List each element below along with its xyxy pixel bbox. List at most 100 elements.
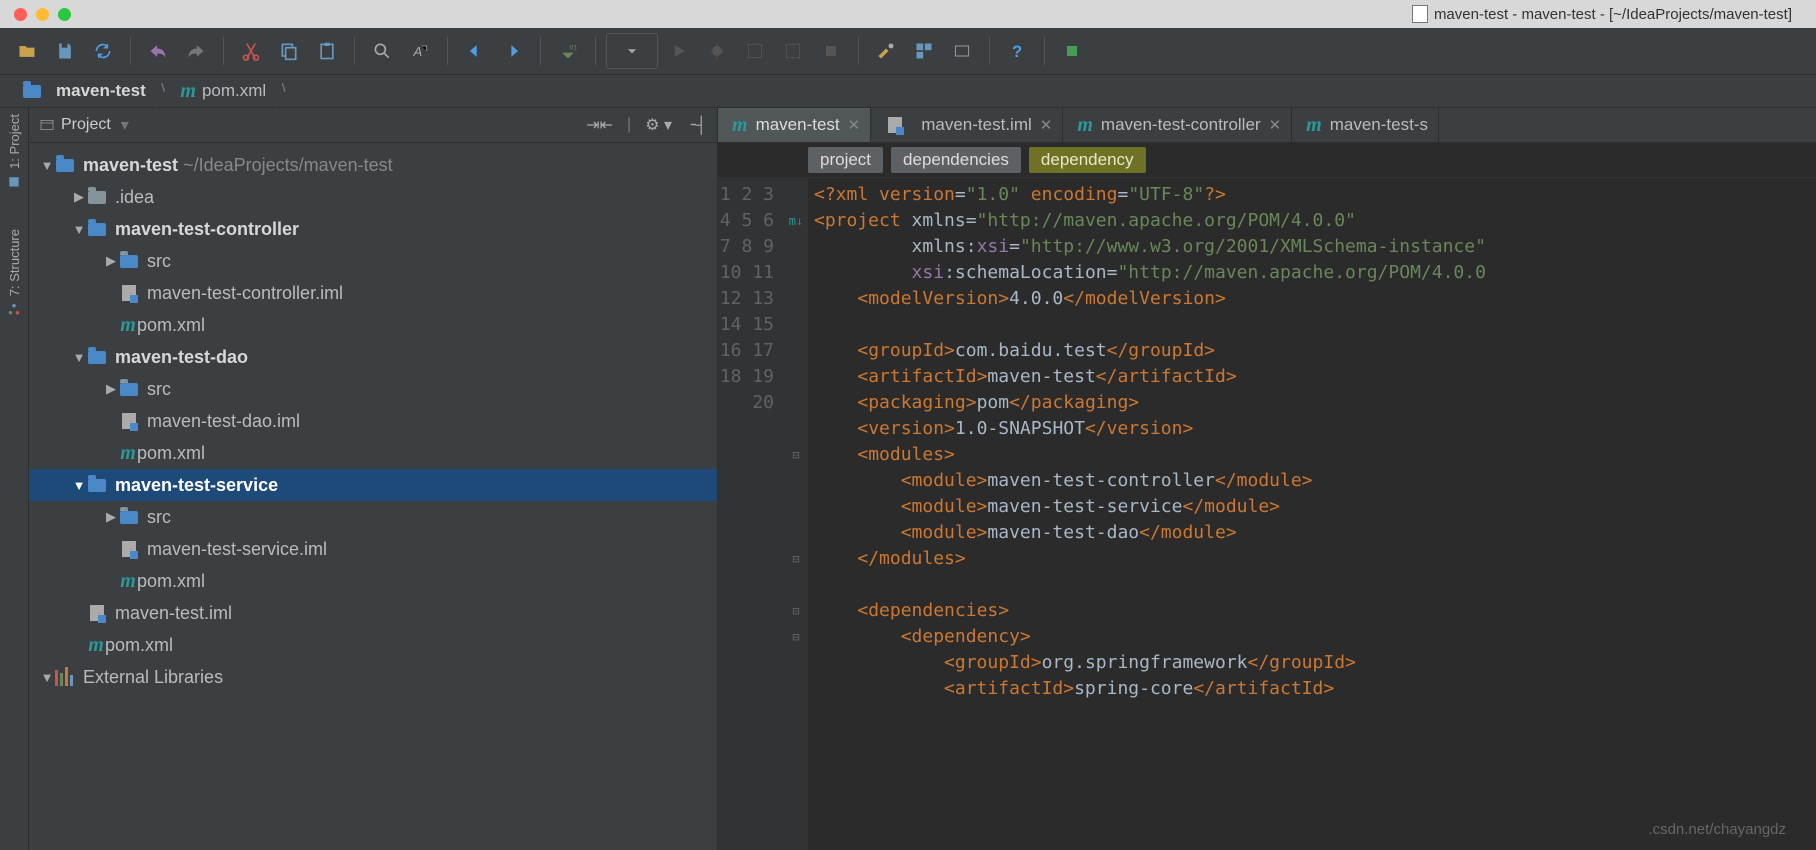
run-button[interactable]: [662, 34, 696, 68]
separator: [858, 37, 859, 65]
editor-tab[interactable]: mmaven-test✕: [718, 108, 871, 142]
back-button[interactable]: [458, 34, 492, 68]
editor-breadcrumb-item[interactable]: project: [808, 147, 883, 173]
svg-text:01: 01: [570, 44, 578, 51]
tree-row-file[interactable]: ▶ maven-test-dao.iml: [29, 405, 717, 437]
project-panel-header: Project ▾ ⇥⇤ | ⚙ ▾ ╶┤: [29, 108, 717, 143]
tree-row-src[interactable]: ▶ src: [29, 501, 717, 533]
tree-row-file[interactable]: ▶ m pom.xml: [29, 629, 717, 661]
window-title: maven-test - maven-test - [~/IdeaProject…: [1412, 5, 1792, 23]
settings-gear-icon[interactable]: ⚙ ▾: [645, 115, 672, 135]
editor-tabs: mmaven-test✕maven-test.iml✕mmaven-test-c…: [718, 108, 1816, 143]
run-config-dropdown[interactable]: [606, 33, 658, 69]
settings-button[interactable]: [869, 34, 903, 68]
view-mode-dropdown[interactable]: ▾: [121, 115, 129, 135]
minimize-window-icon[interactable]: [36, 8, 49, 21]
coverage-button[interactable]: [738, 34, 772, 68]
separator: [989, 37, 990, 65]
redo-button[interactable]: [179, 34, 213, 68]
iml-file-icon: [90, 605, 104, 621]
close-tab-icon[interactable]: ✕: [1040, 116, 1053, 134]
help-button[interactable]: ?: [1000, 34, 1034, 68]
libraries-icon: [55, 667, 75, 687]
expand-arrow-icon[interactable]: ▶: [103, 509, 119, 525]
collapse-all-icon[interactable]: ⇥⇤: [586, 115, 613, 135]
tree-row-external-libs[interactable]: ▼ External Libraries: [29, 661, 717, 693]
separator: [223, 37, 224, 65]
separator: [540, 37, 541, 65]
save-button[interactable]: [48, 34, 82, 68]
open-button[interactable]: [10, 34, 44, 68]
sdk-button[interactable]: [945, 34, 979, 68]
svg-text:A: A: [412, 44, 422, 59]
maven-icon: m: [119, 570, 137, 593]
editor-tab[interactable]: mmaven-test-controller✕: [1063, 108, 1292, 142]
expand-arrow-icon[interactable]: ▼: [39, 158, 55, 173]
editor-tab[interactable]: maven-test.iml✕: [871, 108, 1063, 142]
expand-arrow-icon[interactable]: ▼: [39, 670, 55, 685]
close-window-icon[interactable]: [14, 8, 27, 21]
tree-row-file[interactable]: ▶ m pom.xml: [29, 309, 717, 341]
expand-arrow-icon[interactable]: ▶: [71, 189, 87, 205]
code-editor[interactable]: 1 2 3 4 5 6 7 8 9 10 11 12 13 14 15 16 1…: [718, 178, 1816, 850]
tree-row-module[interactable]: ▼ maven-test-controller: [29, 213, 717, 245]
expand-arrow-icon[interactable]: ▶: [103, 253, 119, 269]
iml-file-icon: [122, 413, 136, 429]
svg-text:?: ?: [1012, 42, 1022, 61]
project-tool-tab[interactable]: 1: Project: [7, 114, 22, 189]
expand-arrow-icon[interactable]: ▼: [71, 222, 87, 237]
code-content[interactable]: <?xml version="1.0" encoding="UTF-8"?> <…: [808, 178, 1816, 850]
iml-file-icon: [888, 117, 902, 133]
paste-button[interactable]: [310, 34, 344, 68]
close-tab-icon[interactable]: ✕: [1269, 116, 1282, 134]
close-tab-icon[interactable]: ✕: [848, 116, 861, 134]
tree-row-src[interactable]: ▶ src: [29, 245, 717, 277]
tree-row-module-selected[interactable]: ▼ maven-test-service: [29, 469, 717, 501]
structure-tool-tab[interactable]: 7: Structure: [7, 229, 22, 316]
breadcrumb-item[interactable]: maven-test: [12, 79, 156, 103]
source-folder-icon: [120, 255, 138, 268]
tree-row-file[interactable]: ▶ maven-test.iml: [29, 597, 717, 629]
tree-row-file[interactable]: ▶ m pom.xml: [29, 565, 717, 597]
tree-row-module[interactable]: ▼ maven-test-dao: [29, 341, 717, 373]
undo-button[interactable]: [141, 34, 175, 68]
tree-row-idea[interactable]: ▶ .idea: [29, 181, 717, 213]
expand-arrow-icon[interactable]: ▼: [71, 350, 87, 365]
separator: [447, 37, 448, 65]
stop-button[interactable]: [814, 34, 848, 68]
separator: [130, 37, 131, 65]
forward-button[interactable]: [496, 34, 530, 68]
main-toolbar: A 01 ?: [0, 28, 1816, 75]
expand-arrow-icon[interactable]: ▼: [71, 478, 87, 493]
tree-row-file[interactable]: ▶ m pom.xml: [29, 437, 717, 469]
sync-button[interactable]: [86, 34, 120, 68]
project-panel: Project ▾ ⇥⇤ | ⚙ ▾ ╶┤ ▼ maven-test ~/Ide…: [29, 108, 718, 850]
breadcrumb-item[interactable]: m pom.xml: [170, 78, 276, 105]
hide-panel-icon[interactable]: ╶┤: [686, 115, 707, 135]
tree-row-root[interactable]: ▼ maven-test ~/IdeaProjects/maven-test: [29, 149, 717, 181]
profile-button[interactable]: [776, 34, 810, 68]
replace-button[interactable]: A: [403, 34, 437, 68]
find-button[interactable]: [365, 34, 399, 68]
project-tree[interactable]: ▼ maven-test ~/IdeaProjects/maven-test ▶…: [29, 143, 717, 850]
tree-row-src[interactable]: ▶ src: [29, 373, 717, 405]
separator: [1044, 37, 1045, 65]
copy-button[interactable]: [272, 34, 306, 68]
build-button[interactable]: 01: [551, 34, 585, 68]
separator: [354, 37, 355, 65]
expand-arrow-icon[interactable]: ▶: [103, 381, 119, 397]
maximize-window-icon[interactable]: [58, 8, 71, 21]
module-folder-icon: [56, 159, 74, 172]
separator: [595, 37, 596, 65]
cut-button[interactable]: [234, 34, 268, 68]
editor-breadcrumb-item[interactable]: dependencies: [891, 147, 1021, 173]
project-view-icon: [39, 117, 55, 133]
editor-tab[interactable]: mmaven-test-s: [1292, 108, 1439, 142]
tree-row-file[interactable]: ▶ maven-test-controller.iml: [29, 277, 717, 309]
cpu-button[interactable]: [1055, 34, 1089, 68]
project-structure-button[interactable]: [907, 34, 941, 68]
tree-row-file[interactable]: ▶ maven-test-service.iml: [29, 533, 717, 565]
fold-gutter[interactable]: m↓ ⊟ ⊟ ⊟⊟: [784, 178, 808, 850]
editor-breadcrumb-item[interactable]: dependency: [1029, 147, 1146, 173]
debug-button[interactable]: [700, 34, 734, 68]
